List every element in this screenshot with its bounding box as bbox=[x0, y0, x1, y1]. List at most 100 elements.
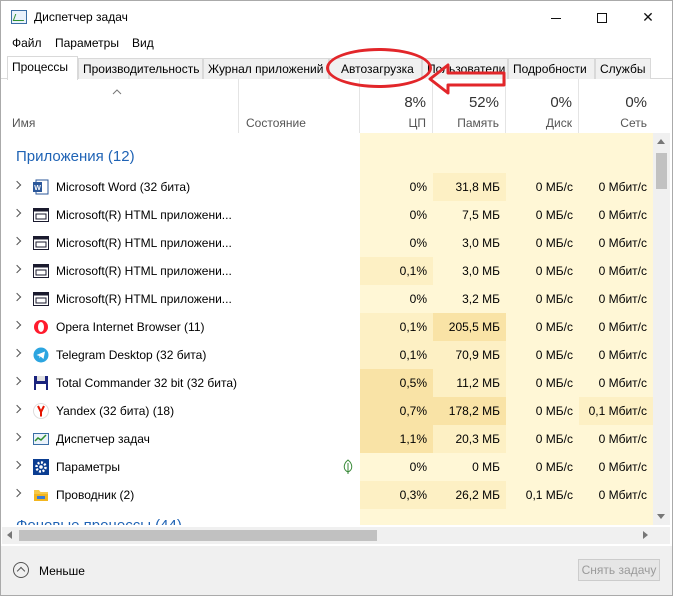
group-background-title[interactable]: Фоновые процессы (44) bbox=[16, 517, 182, 525]
horizontal-scrollbar[interactable] bbox=[2, 527, 653, 544]
chevron-right-icon[interactable] bbox=[12, 460, 22, 470]
process-name: Microsoft(R) HTML приложени... bbox=[56, 264, 232, 278]
scroll-up-icon[interactable] bbox=[657, 139, 665, 144]
chevron-right-icon[interactable] bbox=[12, 488, 22, 498]
disk-value: 0 МБ/с bbox=[535, 264, 573, 278]
process-name: Параметры bbox=[56, 460, 120, 474]
network-value: 0 Мбит/с bbox=[598, 320, 647, 334]
column-status-label: Состояние bbox=[246, 116, 306, 130]
menu-options[interactable]: Параметры bbox=[55, 36, 119, 50]
tab-details[interactable]: Подробности bbox=[508, 58, 595, 79]
chevron-right-icon[interactable] bbox=[12, 376, 22, 386]
fewer-details-link[interactable]: Меньше bbox=[39, 564, 85, 578]
disk-value: 0 МБ/с bbox=[535, 292, 573, 306]
memory-value: 31,8 МБ bbox=[455, 180, 500, 194]
chevron-right-icon[interactable] bbox=[12, 292, 22, 302]
network-value: 0 Мбит/с bbox=[598, 488, 647, 502]
window-title: Диспетчер задач bbox=[34, 10, 128, 24]
network-value: 0 Мбит/с bbox=[598, 292, 647, 306]
network-value: 0 Мбит/с bbox=[598, 236, 647, 250]
process-row[interactable]: W Microsoft Word (32 бита) 0% 31,8 МБ 0 МБ/с… bbox=[2, 173, 653, 201]
process-row[interactable]: Telegram Desktop (32 бита) 0,1% 70,9 МБ 0 М… bbox=[2, 341, 653, 369]
chevron-right-icon[interactable] bbox=[12, 404, 22, 414]
cpu-value: 0,1% bbox=[399, 320, 427, 334]
process-name: Microsoft(R) HTML приложени... bbox=[56, 208, 232, 222]
process-row[interactable]: Проводник (2) 0,3% 26,2 МБ 0,1 МБ/с 0 Мбит/с bbox=[2, 481, 653, 509]
menu-file[interactable]: Файл bbox=[12, 36, 42, 50]
vertical-scroll-thumb[interactable] bbox=[656, 153, 667, 189]
process-row[interactable]: Microsoft(R) HTML приложени... 0% 3,0 МБ 0 … bbox=[2, 229, 653, 257]
cpu-value: 0% bbox=[409, 460, 427, 474]
collapse-icon[interactable] bbox=[13, 562, 29, 578]
network-value: 0 Мбит/с bbox=[598, 180, 647, 194]
tab-processes[interactable]: Процессы bbox=[7, 56, 78, 80]
column-name-label: Имя bbox=[12, 116, 36, 130]
process-row[interactable]: Opera Internet Browser (11) 0,1% 205,5 МБ 0… bbox=[2, 313, 653, 341]
column-network[interactable]: 0% Сеть bbox=[579, 79, 653, 133]
process-name: Microsoft Word (32 бита) bbox=[56, 180, 191, 194]
process-row[interactable]: Microsoft(R) HTML приложени... 0% 3,2 МБ 0 … bbox=[2, 285, 653, 313]
cpu-value: 0,1% bbox=[399, 264, 427, 278]
network-value: 0 Мбит/с bbox=[598, 208, 647, 222]
memory-label: Память bbox=[457, 116, 499, 130]
memory-value: 7,5 МБ bbox=[462, 208, 500, 222]
group-apps-title[interactable]: Приложения (12) bbox=[16, 148, 135, 165]
column-status[interactable]: Состояние bbox=[239, 79, 360, 133]
chevron-right-icon[interactable] bbox=[12, 180, 22, 190]
title-bar[interactable]: Диспетчер задач ✕ bbox=[1, 1, 672, 33]
close-button[interactable]: ✕ bbox=[625, 1, 671, 33]
process-row[interactable]: Microsoft(R) HTML приложени... 0% 7,5 МБ 0 … bbox=[2, 201, 653, 229]
menu-view[interactable]: Вид bbox=[132, 36, 154, 50]
process-row[interactable]: Microsoft(R) HTML приложени... 0,1% 3,0 МБ… bbox=[2, 257, 653, 285]
cpu-value: 0,3% bbox=[399, 488, 427, 502]
network-value: 0 Мбит/с bbox=[598, 460, 647, 474]
network-value: 0 Мбит/с bbox=[598, 376, 647, 390]
tab-performance[interactable]: Производительность bbox=[78, 58, 203, 79]
process-row[interactable]: Параметры 0% 0 МБ 0 МБ/с 0 Мбит/с bbox=[2, 453, 653, 481]
word-icon: W bbox=[33, 179, 49, 195]
footer-bar: Меньше Снять задачу bbox=[1, 546, 672, 595]
memory-value: 0 МБ bbox=[472, 460, 500, 474]
disk-value: 0,1 МБ/с bbox=[525, 488, 573, 502]
floppy-icon bbox=[33, 375, 49, 391]
chevron-right-icon[interactable] bbox=[12, 348, 22, 358]
task-manager-icon bbox=[11, 10, 27, 24]
disk-value: 0 МБ/с bbox=[535, 320, 573, 334]
opera-icon bbox=[33, 319, 49, 335]
process-list: Приложения (12) Фоновые процессы (44) W M… bbox=[2, 133, 653, 525]
scroll-right-icon[interactable] bbox=[643, 531, 648, 539]
column-disk[interactable]: 0% Диск bbox=[506, 79, 579, 133]
memory-value: 20,3 МБ bbox=[455, 432, 500, 446]
cpu-value: 0% bbox=[409, 208, 427, 222]
tab-services[interactable]: Службы bbox=[595, 58, 651, 79]
minimize-button[interactable] bbox=[533, 1, 579, 33]
memory-value: 3,0 МБ bbox=[462, 264, 500, 278]
disk-label: Диск bbox=[545, 116, 572, 130]
chevron-right-icon[interactable] bbox=[12, 264, 22, 274]
process-row[interactable]: Yandex (32 бита) (18) 0,7% 178,2 МБ 0 МБ/с 0… bbox=[2, 397, 653, 425]
chevron-right-icon[interactable] bbox=[12, 208, 22, 218]
process-name: Opera Internet Browser (11) bbox=[56, 320, 205, 334]
html-app-icon bbox=[33, 291, 49, 307]
process-name: Microsoft(R) HTML приложени... bbox=[56, 236, 232, 250]
maximize-button[interactable] bbox=[579, 1, 625, 33]
cpu-value: 0,7% bbox=[399, 404, 427, 418]
scroll-down-icon[interactable] bbox=[657, 514, 665, 519]
sort-up-icon bbox=[112, 89, 122, 95]
process-row[interactable]: Диспетчер задач 1,1% 20,3 МБ 0 МБ/с 0 Мбит/с bbox=[2, 425, 653, 453]
column-name[interactable]: Имя bbox=[2, 79, 239, 133]
memory-value: 70,9 МБ bbox=[455, 348, 500, 362]
chevron-right-icon[interactable] bbox=[12, 432, 22, 442]
chevron-right-icon[interactable] bbox=[12, 320, 22, 330]
minimize-icon bbox=[551, 17, 561, 19]
horizontal-scroll-thumb[interactable] bbox=[19, 530, 377, 541]
vertical-scrollbar[interactable] bbox=[653, 133, 670, 525]
scroll-left-icon[interactable] bbox=[7, 531, 12, 539]
annotation-arrow-icon bbox=[428, 63, 506, 95]
task-manager-icon bbox=[33, 431, 49, 447]
chevron-right-icon[interactable] bbox=[12, 236, 22, 246]
tab-app-history[interactable]: Журнал приложений bbox=[203, 58, 329, 79]
column-header: Имя Состояние 8% ЦП 52% Память 0% Диск 0… bbox=[2, 79, 653, 133]
end-task-button[interactable]: Снять задачу bbox=[578, 559, 660, 581]
process-row[interactable]: Total Commander 32 bit (32 бита) 0,5% 11,2… bbox=[2, 369, 653, 397]
